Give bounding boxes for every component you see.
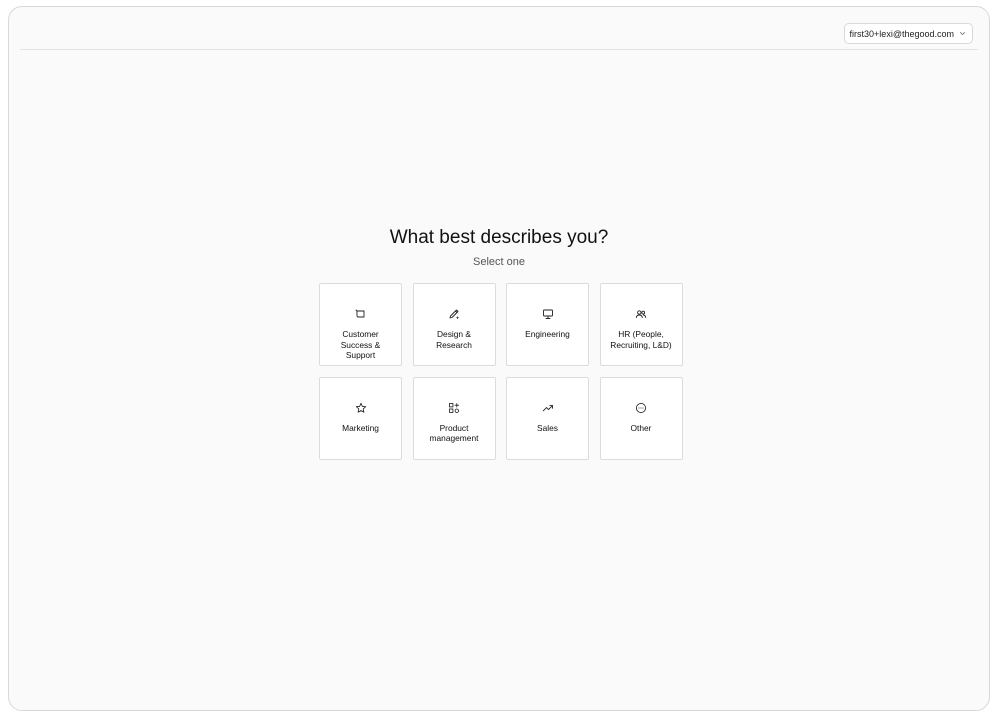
pen-icon (448, 308, 460, 320)
top-bar: first30+lexi@thegood.com (20, 7, 978, 50)
app-frame: first30+lexi@thegood.com What best descr… (8, 6, 990, 711)
monitor-icon (542, 308, 554, 320)
account-email: first30+lexi@thegood.com (849, 28, 954, 39)
star-icon (355, 402, 367, 414)
option-hr[interactable]: HR (People, Recruiting, L&D) (599, 283, 683, 366)
option-engineering[interactable]: Engineering (506, 283, 589, 366)
option-sales[interactable]: Sales (506, 376, 589, 460)
page-title: What best describes you? (389, 227, 609, 248)
ellipsis-circle-icon (635, 402, 647, 414)
shapes-icon (448, 402, 460, 414)
account-dropdown[interactable]: first30+lexi@thegood.com (843, 23, 973, 44)
chevron-down-icon (959, 30, 966, 37)
option-label: Engineering (525, 329, 570, 339)
option-other[interactable]: Other (599, 376, 683, 460)
trend-up-icon (542, 402, 554, 414)
tag-icon (355, 308, 367, 320)
option-label: Sales (537, 422, 558, 433)
option-label: Product management (429, 422, 479, 444)
role-options-grid: Customer Success & Support Design & Rese… (319, 283, 683, 460)
option-label: HR (People, Recruiting, L&D) (610, 329, 672, 350)
option-label: Customer Success & Support (340, 329, 381, 360)
option-design-research[interactable]: Design & Research (412, 283, 496, 366)
option-product-management[interactable]: Product management (412, 376, 496, 460)
option-label: Other (630, 422, 652, 433)
option-label: Design & Research (436, 329, 472, 350)
option-marketing[interactable]: Marketing (319, 376, 402, 460)
option-label: Marketing (342, 422, 379, 433)
users-icon (635, 308, 647, 320)
option-customer-success[interactable]: Customer Success & Support (319, 283, 402, 366)
page-subtitle: Select one (473, 256, 525, 268)
